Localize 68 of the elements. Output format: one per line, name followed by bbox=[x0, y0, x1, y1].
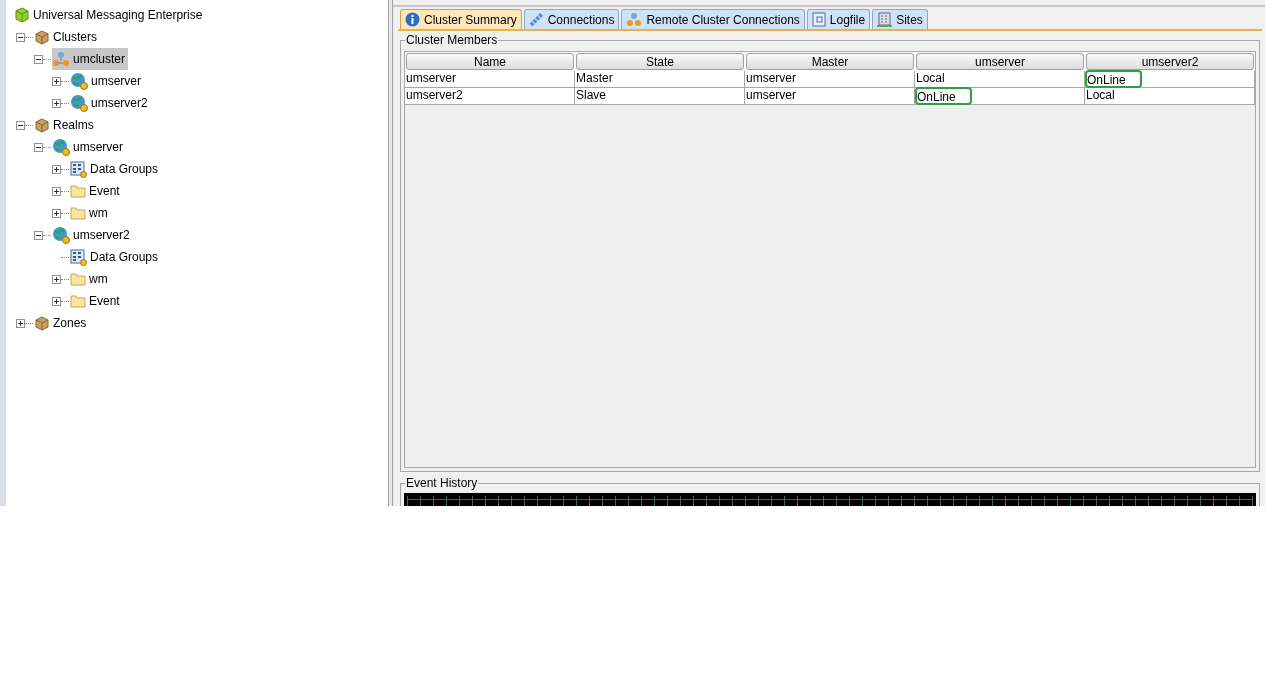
tree-item[interactable]: Event bbox=[89, 182, 120, 200]
tab[interactable]: Sites bbox=[872, 9, 928, 29]
expand-toggle[interactable] bbox=[52, 98, 61, 108]
folder-icon bbox=[70, 272, 86, 286]
table-cell-text: Local bbox=[915, 70, 945, 87]
tab[interactable]: Connections bbox=[523, 9, 620, 29]
column-header[interactable]: Master bbox=[746, 53, 914, 70]
tree-item[interactable]: wm bbox=[89, 204, 108, 222]
tab[interactable]: Logfile bbox=[806, 9, 871, 29]
tree-item[interactable]: wm bbox=[89, 270, 108, 288]
table-cell-text: Slave bbox=[575, 87, 607, 104]
column-header[interactable]: umserver2 bbox=[1086, 53, 1254, 70]
building-icon bbox=[877, 12, 893, 27]
grid-icon bbox=[70, 248, 87, 266]
group-title: Cluster Members bbox=[405, 33, 499, 47]
document-icon bbox=[811, 12, 826, 27]
tree-item[interactable]: Universal Messaging Enterprise bbox=[33, 6, 203, 24]
folder-icon bbox=[70, 184, 86, 198]
tree-item[interactable]: umserver2 bbox=[73, 226, 130, 244]
tree-item[interactable]: Zones bbox=[53, 314, 87, 332]
table-cell-text: umserver bbox=[745, 87, 796, 104]
globe-icon bbox=[70, 94, 88, 112]
collapse-toggle[interactable] bbox=[34, 230, 43, 240]
tab[interactable]: Remote Cluster Connections bbox=[621, 9, 805, 29]
tree-item[interactable]: Event bbox=[89, 292, 120, 310]
info-icon bbox=[405, 12, 420, 27]
table-cell-text: umserver2 bbox=[405, 87, 463, 104]
column-header[interactable]: Name bbox=[406, 53, 574, 70]
table-cell-text: umserver bbox=[405, 70, 456, 87]
tab[interactable]: Cluster Summary bbox=[400, 9, 522, 29]
table-cell-text: umserver bbox=[745, 70, 796, 87]
grid-icon bbox=[70, 160, 87, 178]
table-cell: OnLine bbox=[915, 87, 972, 105]
tree-item[interactable]: umserver bbox=[73, 138, 123, 156]
globe-icon bbox=[70, 72, 88, 90]
column-header[interactable]: umserver bbox=[916, 53, 1084, 70]
collapse-toggle[interactable] bbox=[34, 142, 43, 152]
folder-icon bbox=[70, 294, 86, 308]
column-header[interactable]: State bbox=[576, 53, 744, 70]
table-cell-text: Master bbox=[575, 70, 613, 87]
cube-icon bbox=[14, 7, 30, 23]
expand-toggle[interactable] bbox=[52, 274, 61, 284]
group-title: Event History bbox=[405, 476, 479, 490]
expand-toggle[interactable] bbox=[16, 318, 25, 328]
tree-item[interactable]: Realms bbox=[53, 116, 94, 134]
globe-icon bbox=[52, 226, 70, 244]
network-nodes-icon bbox=[52, 51, 70, 67]
tree-item[interactable]: Data Groups bbox=[90, 248, 159, 266]
tree-item[interactable]: umserver bbox=[91, 72, 141, 90]
table-cell-text: Local bbox=[1085, 87, 1115, 104]
expand-toggle[interactable] bbox=[52, 164, 61, 174]
box-icon bbox=[34, 315, 50, 331]
expand-toggle[interactable] bbox=[52, 296, 61, 306]
collapse-toggle[interactable] bbox=[16, 32, 25, 42]
box-icon bbox=[34, 117, 50, 133]
expand-toggle[interactable] bbox=[52, 76, 61, 86]
tree-item[interactable]: Data Groups bbox=[90, 160, 159, 178]
box-icon bbox=[34, 29, 50, 45]
collapse-toggle[interactable] bbox=[16, 120, 25, 130]
expand-toggle[interactable] bbox=[52, 186, 61, 196]
tree-item[interactable]: umserver2 bbox=[91, 94, 148, 112]
network-nodes-icon bbox=[626, 12, 643, 27]
tree-item[interactable]: Clusters bbox=[53, 28, 97, 46]
collapse-toggle[interactable] bbox=[34, 54, 43, 64]
globe-icon bbox=[52, 138, 70, 156]
folder-icon bbox=[70, 206, 86, 220]
chain-link-icon bbox=[528, 12, 544, 27]
expand-toggle[interactable] bbox=[52, 208, 61, 218]
